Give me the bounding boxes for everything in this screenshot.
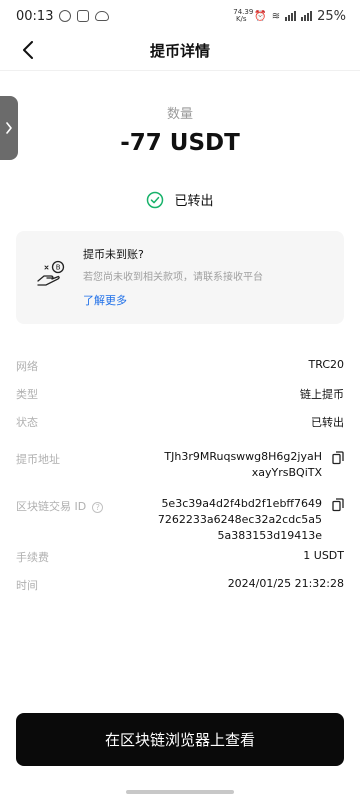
app-notification-icon — [77, 10, 90, 22]
status-bar: 00:13 74.39 K/s ⏰ ≋ 25% — [0, 0, 360, 32]
notice-title: 提币未到账? — [83, 248, 144, 261]
learn-more-link[interactable]: 了解更多 — [83, 292, 127, 308]
page-title: 提币详情 — [149, 41, 210, 60]
fee-label: 手续费 — [16, 551, 49, 564]
help-icon[interactable]: ? — [92, 502, 104, 513]
alarm-icon: ⏰ — [254, 10, 267, 22]
state-value: 已转出 — [311, 416, 344, 429]
amount-label: 数量 — [166, 107, 193, 122]
status-indicator: 已转出 — [0, 190, 360, 209]
state-label: 状态 — [16, 416, 38, 429]
type-label: 类型 — [16, 388, 38, 401]
type-value: 链上提币 — [300, 388, 344, 401]
header-divider — [0, 70, 360, 71]
page-header: 提币详情 — [0, 32, 360, 68]
txid-value: 5e3c39a4d2f4bd2f1ebff7649 7262233a6248ec… — [157, 497, 322, 542]
check-circle-icon — [147, 191, 164, 208]
notice-description: 若您尚未收到相关款项，请联系接收平台 — [83, 272, 263, 283]
status-text: 已转出 — [174, 194, 214, 209]
wechat-icon — [59, 10, 72, 22]
copy-address-icon[interactable] — [332, 451, 344, 465]
view-on-explorer-button[interactable]: 在区块链浏览器上查看 — [16, 713, 344, 766]
home-indicator[interactable] — [126, 790, 234, 794]
txid-label: 区块链交易 ID? — [16, 498, 104, 514]
chevron-left-icon — [23, 41, 33, 59]
battery-level: 25% — [317, 8, 346, 24]
wifi-icon: ≋ — [271, 10, 281, 22]
network-label: 网络 — [16, 360, 38, 373]
network-value: TRC20 — [308, 358, 345, 371]
fee-value: 1 USDT — [303, 549, 344, 562]
svg-text:B: B — [56, 264, 61, 272]
status-time: 00:13 — [16, 8, 54, 24]
signal-icon-1 — [285, 11, 297, 21]
cloud-icon — [95, 11, 110, 21]
address-label: 提币地址 — [16, 453, 60, 466]
notice-card: B 提币未到账? 若您尚未收到相关款项，请联系接收平台 了解更多 — [16, 231, 344, 324]
back-button[interactable] — [16, 38, 40, 62]
amount-value: -77 USDT — [120, 130, 240, 156]
copy-txid-icon[interactable] — [332, 498, 344, 512]
signal-icon-2 — [301, 11, 313, 21]
time-value: 2024/01/25 21:32:28 — [227, 577, 344, 590]
address-value: TJh3r9MRuqswwg8H6g2jyaH xayYrsBQiTX — [164, 450, 322, 479]
time-label: 时间 — [16, 579, 38, 592]
hand-coin-icon: B — [37, 260, 65, 286]
network-speed: 74.39 K/s — [233, 8, 254, 23]
